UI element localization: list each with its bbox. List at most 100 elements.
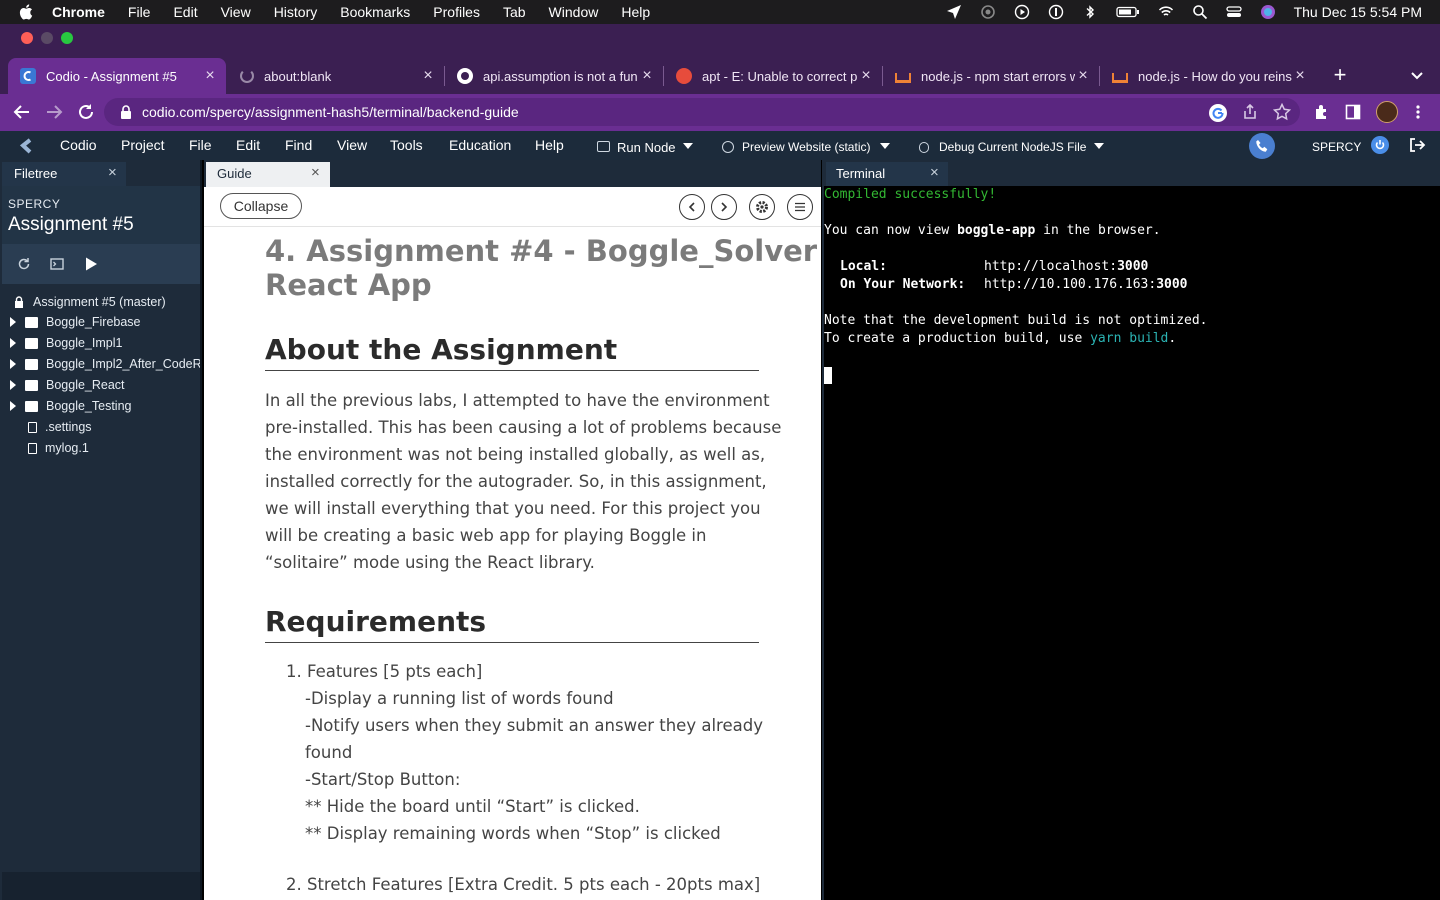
forward-icon[interactable] <box>44 102 64 122</box>
menu-file[interactable]: File <box>128 4 151 20</box>
window-minimize-button[interactable] <box>41 32 53 44</box>
power-icon[interactable] <box>1371 136 1389 154</box>
codio-menu-find[interactable]: Find <box>285 137 312 153</box>
focus-icon[interactable] <box>980 4 996 20</box>
previous-page-button[interactable] <box>679 194 705 220</box>
tree-file[interactable]: .settings <box>0 417 200 437</box>
filetree-tab[interactable]: Filetree × <box>2 162 126 186</box>
browser-tab-blank[interactable]: about:blank × <box>228 58 444 94</box>
codio-menu-tools[interactable]: Tools <box>390 137 423 153</box>
call-button[interactable] <box>1249 133 1275 159</box>
codio-menu-education[interactable]: Education <box>449 137 511 153</box>
media-play-icon[interactable] <box>1014 4 1030 20</box>
chevron-down-icon[interactable] <box>880 143 890 149</box>
play-icon[interactable] <box>84 256 98 272</box>
run-node-button[interactable]: Run Node <box>617 140 676 155</box>
menu-bookmarks[interactable]: Bookmarks <box>340 4 410 20</box>
close-icon[interactable]: × <box>420 67 436 85</box>
terminal-icon[interactable] <box>50 257 64 271</box>
menubar-clock[interactable]: Thu Dec 15 5:54 PM <box>1294 4 1422 20</box>
tree-folder[interactable]: Boggle_Impl2_After_CodeRev <box>0 354 200 374</box>
tree-root[interactable]: Assignment #5 (master) <box>0 292 200 312</box>
browser-tab-stackoverflow-2[interactable]: node.js - How do you reinst × <box>1100 58 1316 94</box>
refresh-icon[interactable] <box>17 257 31 271</box>
caret-right-icon[interactable] <box>10 401 16 411</box>
close-icon[interactable]: × <box>639 67 655 85</box>
url-text[interactable]: codio.com/spercy/assignment-hash5/termin… <box>142 104 519 120</box>
siri-icon[interactable] <box>1260 4 1276 20</box>
preview-website-button[interactable]: Preview Website (static) <box>742 140 870 154</box>
app-menu-chrome[interactable]: Chrome <box>52 4 105 20</box>
browser-tab-stackoverflow-1[interactable]: node.js - npm start errors w × <box>883 58 1099 94</box>
codio-menu-edit[interactable]: Edit <box>236 137 260 153</box>
collapse-button[interactable]: Collapse <box>220 193 302 219</box>
browser-tab-github[interactable]: api.assumption is not a fun × <box>445 58 663 94</box>
browser-tab-askubuntu[interactable]: apt - E: Unable to correct p × <box>664 58 882 94</box>
profile-avatar[interactable] <box>1376 101 1398 123</box>
tree-folder[interactable]: Boggle_Impl1 <box>0 333 200 353</box>
close-icon[interactable]: × <box>930 164 939 181</box>
chevron-down-icon[interactable] <box>1094 143 1104 149</box>
caret-right-icon[interactable] <box>10 338 16 348</box>
menu-profiles[interactable]: Profiles <box>433 4 480 20</box>
browser-menu-icon[interactable] <box>1412 104 1424 120</box>
codio-menu-view[interactable]: View <box>337 137 367 153</box>
side-panel-icon[interactable] <box>1345 104 1361 120</box>
accessibility-icon[interactable] <box>1048 4 1064 20</box>
guide-tab[interactable]: Guide × <box>206 162 330 187</box>
guide-toc-button[interactable] <box>787 194 813 220</box>
extensions-puzzle-icon[interactable] <box>1313 103 1331 121</box>
apple-icon[interactable] <box>18 3 36 21</box>
google-lens-icon[interactable] <box>1209 104 1227 122</box>
close-icon[interactable]: × <box>108 164 117 181</box>
close-icon[interactable]: × <box>311 164 320 181</box>
close-icon[interactable]: × <box>1075 67 1091 85</box>
menu-tab[interactable]: Tab <box>503 4 526 20</box>
next-page-button[interactable] <box>711 194 737 220</box>
window-zoom-button[interactable] <box>61 32 73 44</box>
codio-menu-codio[interactable]: Codio <box>60 137 97 153</box>
tree-folder[interactable]: Boggle_React <box>0 375 200 395</box>
codio-username[interactable]: SPERCY <box>1312 140 1361 154</box>
location-icon[interactable] <box>946 4 962 20</box>
tab-search-chevron-icon[interactable] <box>1408 66 1426 84</box>
caret-right-icon[interactable] <box>10 317 16 327</box>
control-center-icon[interactable] <box>1225 4 1242 20</box>
bluetooth-icon[interactable] <box>1082 4 1098 20</box>
browser-tab-codio[interactable]: Codio - Assignment #5 × <box>8 58 226 94</box>
caret-right-icon[interactable] <box>10 359 16 369</box>
terminal-tab[interactable]: Terminal × <box>826 162 948 186</box>
codio-menu-file[interactable]: File <box>189 137 212 153</box>
about-paragraph-line: we will install everything that you need… <box>265 499 761 518</box>
tree-folder[interactable]: Boggle_Testing <box>0 396 200 416</box>
tree-file[interactable]: mylog.1 <box>0 438 200 458</box>
codio-menu-project[interactable]: Project <box>121 137 165 153</box>
back-icon[interactable] <box>12 102 32 122</box>
tree-folder[interactable]: Boggle_Firebase <box>0 312 200 332</box>
reload-icon[interactable] <box>76 102 96 122</box>
menu-window[interactable]: Window <box>549 4 599 20</box>
close-icon[interactable]: × <box>202 67 218 85</box>
guide-settings-button[interactable] <box>749 194 775 220</box>
menu-view[interactable]: View <box>221 4 251 20</box>
battery-icon[interactable] <box>1115 4 1140 20</box>
menu-history[interactable]: History <box>274 4 318 20</box>
lock-icon[interactable] <box>119 104 133 120</box>
share-icon[interactable] <box>1242 103 1258 120</box>
caret-right-icon[interactable] <box>10 380 16 390</box>
bookmark-star-icon[interactable] <box>1272 102 1292 121</box>
codio-logo-icon[interactable] <box>16 136 36 156</box>
new-tab-button[interactable]: + <box>1329 64 1351 86</box>
debug-nodejs-button[interactable]: Debug Current NodeJS File <box>939 140 1086 154</box>
terminal-tab-label: Terminal <box>836 166 886 181</box>
close-icon[interactable]: × <box>1292 67 1308 85</box>
menu-help[interactable]: Help <box>621 4 650 20</box>
close-icon[interactable]: × <box>858 67 874 85</box>
wifi-icon[interactable] <box>1158 4 1174 20</box>
logout-icon[interactable] <box>1408 136 1426 154</box>
window-close-button[interactable] <box>21 32 33 44</box>
codio-menu-help[interactable]: Help <box>535 137 564 153</box>
spotlight-search-icon[interactable] <box>1192 4 1208 20</box>
menu-edit[interactable]: Edit <box>173 4 197 20</box>
chevron-down-icon[interactable] <box>683 143 693 149</box>
